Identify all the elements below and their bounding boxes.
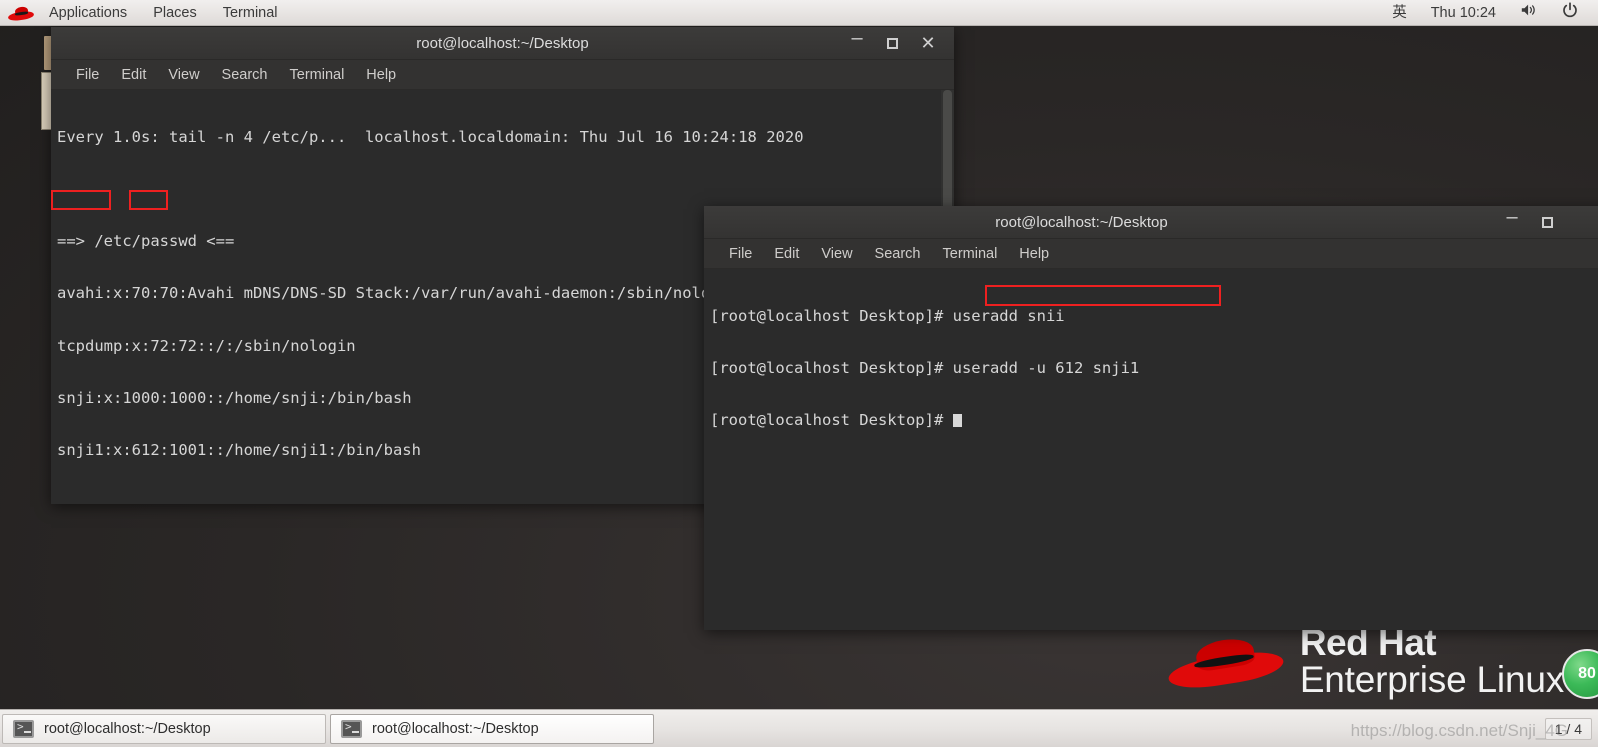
menu-terminal[interactable]: Terminal [279, 64, 356, 86]
menu-edit[interactable]: Edit [110, 64, 157, 86]
terminal-icon [13, 719, 34, 738]
window2-menu-bar: File Edit View Search Terminal Help [704, 239, 1598, 269]
window2-terminal-output[interactable]: [root@localhost Desktop]# useradd snii [… [704, 269, 1598, 630]
menu-search[interactable]: Search [211, 64, 279, 86]
terminal-line: Every 1.0s: tail -n 4 /etc/p... localhos… [57, 127, 804, 146]
menu-file[interactable]: File [718, 243, 763, 265]
input-method-indicator[interactable]: 英 [1380, 1, 1419, 25]
workspace-switcher[interactable]: 1 / 4 [1544, 717, 1592, 740]
taskbar-button-label: root@localhost:~/Desktop [372, 720, 539, 737]
menu-terminal[interactable]: Terminal [210, 1, 291, 25]
menu-view[interactable]: View [810, 243, 863, 265]
taskbar-window-button-2[interactable]: root@localhost:~/Desktop [330, 713, 654, 744]
redhat-fedora-icon [7, 4, 35, 22]
top-panel: Applications Places Terminal 英 Thu 10:24 [0, 0, 1598, 26]
window2-title: root@localhost:~/Desktop [995, 213, 1168, 231]
redhat-wordmark: Red Hat Enterprise Linux [1299, 623, 1564, 701]
window1-title-bar[interactable]: root@localhost:~/Desktop – ✕ [51, 27, 954, 60]
desktop: Applications Places Terminal 英 Thu 10:24 [0, 0, 1598, 747]
taskbar: root@localhost:~/Desktop root@localhost:… [0, 709, 1598, 747]
notification-badge[interactable]: 80 [1562, 649, 1598, 699]
window1-scrollbar-thumb[interactable] [943, 90, 952, 210]
taskbar-window-button-1[interactable]: root@localhost:~/Desktop [2, 713, 326, 744]
menu-terminal[interactable]: Terminal [932, 243, 1009, 265]
menu-help[interactable]: Help [1008, 243, 1060, 265]
power-icon[interactable] [1550, 0, 1590, 26]
minimize-button[interactable]: – [1504, 207, 1520, 227]
window1-title: root@localhost:~/Desktop [416, 34, 589, 52]
redhat-branding: Red Hat Enterprise Linux [1166, 623, 1564, 701]
prompt-text: [root@localhost Desktop]# [710, 411, 953, 430]
menu-applications[interactable]: Applications [36, 1, 140, 25]
menu-places[interactable]: Places [140, 1, 210, 25]
maximize-button[interactable] [1542, 216, 1553, 228]
terminal-window-2[interactable]: root@localhost:~/Desktop – File Edit Vie… [704, 206, 1598, 630]
brand-line-2: Enterprise Linux [1299, 659, 1564, 701]
minimize-button[interactable]: – [849, 28, 865, 48]
window2-title-bar[interactable]: root@localhost:~/Desktop – [704, 206, 1598, 239]
redhat-fedora-logo [1166, 632, 1286, 694]
window1-controls: – ✕ [849, 28, 954, 52]
terminal-line-highlighted: [root@localhost Desktop]# useradd -u 612… [710, 359, 1140, 378]
speaker-icon[interactable] [1508, 0, 1550, 26]
window2-controls: – [1504, 207, 1598, 229]
terminal-icon [341, 719, 362, 738]
menu-file[interactable]: File [65, 64, 110, 86]
terminal-line: [root@localhost Desktop]# useradd snii [710, 306, 1065, 325]
top-panel-right: 英 Thu 10:24 [1380, 0, 1598, 26]
clock[interactable]: Thu 10:24 [1419, 1, 1508, 25]
menu-view[interactable]: View [157, 64, 210, 86]
close-button[interactable]: ✕ [920, 34, 936, 52]
taskbar-button-label: root@localhost:~/Desktop [44, 720, 211, 737]
window1-menu-bar: File Edit View Search Terminal Help [51, 60, 954, 90]
terminal-prompt-line: [root@localhost Desktop]# [710, 412, 1598, 429]
highlight-box-command [985, 285, 1221, 306]
menu-help[interactable]: Help [355, 64, 407, 86]
menu-edit[interactable]: Edit [763, 243, 810, 265]
top-panel-left: Applications Places Terminal [0, 1, 291, 25]
maximize-button[interactable] [887, 37, 898, 49]
menu-search[interactable]: Search [864, 243, 932, 265]
text-cursor [952, 414, 962, 428]
